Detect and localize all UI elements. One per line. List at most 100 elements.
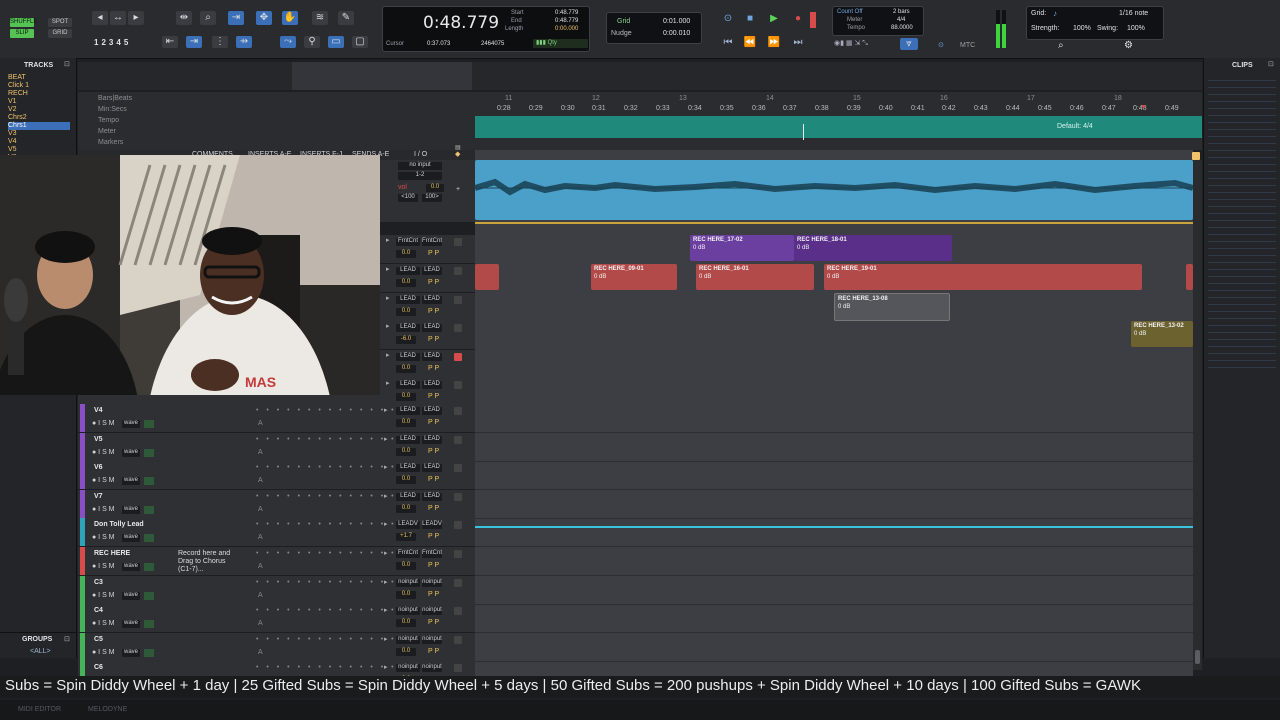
nudge-value[interactable]: 0:00.010 xyxy=(663,30,690,37)
swing-value[interactable]: 100% xyxy=(1127,25,1145,32)
zoom-presets[interactable]: 12345 xyxy=(94,38,131,47)
playlist-icon[interactable]: A xyxy=(258,534,263,542)
track-input-selector[interactable]: LEAD xyxy=(396,464,420,472)
track-name[interactable]: C4 xyxy=(94,607,103,614)
track-view-selector[interactable]: wave xyxy=(122,620,140,628)
midi-editor-tab[interactable]: MIDI EDITOR xyxy=(18,706,61,714)
clips-list[interactable] xyxy=(1208,74,1276,374)
track-volume[interactable]: +1.7 xyxy=(396,533,416,541)
track-record-button[interactable] xyxy=(454,636,462,644)
insert-slots[interactable]: • • • • • • • • • • • • • • • • xyxy=(256,493,417,501)
playlist-icon[interactable]: A xyxy=(258,563,263,571)
track-record-button[interactable] xyxy=(454,238,462,246)
audio-clip[interactable]: REC HERE_19-01 0 dB xyxy=(824,264,1142,290)
grid-note-value[interactable]: 1/16 note xyxy=(1119,10,1148,17)
ruler-meter[interactable]: Meter xyxy=(98,128,116,136)
track-output-selector[interactable]: LEADV xyxy=(422,521,442,529)
track-rsm-buttons[interactable]: ● I S M xyxy=(92,420,115,428)
track-record-button[interactable] xyxy=(454,464,462,472)
track-expand-icon[interactable]: ▸ xyxy=(384,664,388,672)
zoom-in-icon[interactable]: ▸ xyxy=(128,11,144,25)
track-output-selector[interactable]: LEAD xyxy=(422,296,442,304)
return-to-zero-icon[interactable]: ⏮ xyxy=(720,36,736,50)
meter-value[interactable]: 4/4 xyxy=(897,17,905,23)
track-list-item[interactable]: Chrs2 xyxy=(8,114,70,122)
tab-to-transient-icon[interactable]: ⇥ xyxy=(186,36,202,48)
metronome-icon[interactable]: ⩔ xyxy=(900,38,918,50)
hand-tool-icon[interactable]: ✋ xyxy=(282,11,298,25)
add-track-icon[interactable]: + xyxy=(456,186,460,194)
track-pan[interactable]: P P xyxy=(428,591,439,599)
ruler-markers[interactable]: Markers xyxy=(98,139,123,147)
track-name[interactable]: C5 xyxy=(94,636,103,643)
end-value[interactable]: 0:48.779 xyxy=(555,18,578,24)
grid-mode-button[interactable]: GRID xyxy=(48,29,72,38)
track-input-selector[interactable]: LEAD xyxy=(396,324,420,332)
playlist-icon[interactable]: A xyxy=(258,420,263,428)
track-output-selector[interactable]: FrntCnt xyxy=(422,238,442,246)
track-pan[interactable]: P P xyxy=(428,505,439,513)
track-input-selector[interactable]: LEAD xyxy=(396,436,420,444)
insert-slots[interactable]: • • • • • • • • • • • • • • • • xyxy=(256,607,417,615)
record-icon[interactable]: ● xyxy=(790,12,806,26)
track-rsm-buttons[interactable]: ● I S M xyxy=(92,620,115,628)
track-input-selector[interactable]: noinput xyxy=(396,636,420,644)
track-expand-icon[interactable]: ▸ xyxy=(386,295,390,303)
zoom-fit-icon[interactable]: ↔ xyxy=(110,11,126,25)
track-volume[interactable]: 0.0 xyxy=(396,250,416,258)
track-input-selector[interactable]: LEAD xyxy=(396,381,420,389)
slip-mode-button[interactable]: SLIP xyxy=(10,29,34,38)
track-record-button[interactable] xyxy=(454,436,462,444)
track-expand-icon[interactable]: ▸ xyxy=(384,607,388,615)
scroll-corner-icon[interactable] xyxy=(1192,152,1200,160)
link-timeline-icon[interactable]: ⋮ xyxy=(212,36,228,48)
track-record-button[interactable] xyxy=(454,353,462,361)
meter-ruler-bar[interactable]: Default: 4/4 xyxy=(475,116,1202,138)
nav-left-icon[interactable]: ⇤ xyxy=(162,36,178,48)
mtc-label[interactable]: MTC xyxy=(960,42,975,50)
track-input-selector[interactable]: LEADV xyxy=(396,521,420,529)
beat-pan-right[interactable]: 100> xyxy=(422,194,442,202)
track-output-selector[interactable]: LEAD xyxy=(422,493,442,501)
track-pan[interactable]: P P xyxy=(428,476,439,484)
scrub-tool-icon[interactable]: ≋ xyxy=(312,11,328,25)
online-icon[interactable]: ⊙ xyxy=(720,12,736,26)
track-name[interactable]: V7 xyxy=(94,493,103,500)
track-input-selector[interactable]: LEAD xyxy=(396,296,420,304)
ruler-tempo[interactable]: Tempo xyxy=(98,117,119,125)
automation-follows-icon[interactable]: ⤳ xyxy=(280,36,296,48)
fast-forward-icon[interactable]: ⏩ xyxy=(766,36,782,50)
end-marker-icon[interactable]: ▼ xyxy=(1140,104,1147,111)
insert-slots[interactable]: • • • • • • • • • • • • • • • • xyxy=(256,407,417,415)
track-pan[interactable]: P P xyxy=(428,393,439,401)
edit-track-area[interactable] xyxy=(475,150,1193,680)
track-input-selector[interactable]: LEAD xyxy=(396,407,420,415)
track-output-selector[interactable]: LEAD xyxy=(422,436,442,444)
track-expand-icon[interactable]: ▸ xyxy=(384,636,388,644)
ruler-bars-beats[interactable]: Bars|Beats xyxy=(98,95,132,103)
track-record-button[interactable] xyxy=(454,550,462,558)
track-expand-icon[interactable]: ▸ xyxy=(384,436,388,444)
track-input-selector[interactable]: noinput xyxy=(396,579,420,587)
track-output-selector[interactable]: noinput xyxy=(422,579,442,587)
track-list-item[interactable]: V2 xyxy=(8,106,70,114)
track-rsm-buttons[interactable]: ● I S M xyxy=(92,534,115,542)
track-pan[interactable]: P P xyxy=(428,336,439,344)
track-volume[interactable]: -6.0 xyxy=(396,336,416,344)
track-pan[interactable]: P P xyxy=(428,308,439,316)
main-counter[interactable]: 0:48.779 Start 0:48.779 End 0:48.779 Len… xyxy=(382,6,590,52)
overview-strip[interactable] xyxy=(78,62,1202,90)
shuffle-mode-button[interactable]: SHUFFLE xyxy=(10,18,37,27)
length-value[interactable]: 0:00.000 xyxy=(555,26,578,32)
track-output-selector[interactable]: LEAD xyxy=(422,267,442,275)
go-to-end-icon[interactable]: ⏭ xyxy=(790,36,806,50)
beat-volume[interactable]: 0.0 xyxy=(426,184,444,192)
track-input-selector[interactable]: LEAD xyxy=(396,353,420,361)
track-input-selector[interactable]: FrntCnt xyxy=(396,238,420,246)
track-output-selector[interactable]: LEAD xyxy=(422,407,442,415)
spot-mode-button[interactable]: SPOT xyxy=(48,18,72,27)
track-record-button[interactable] xyxy=(454,324,462,332)
track-view-selector[interactable]: wave xyxy=(122,420,140,428)
playlist-icon[interactable]: A xyxy=(258,649,263,657)
melodyne-tab[interactable]: MELODYNE xyxy=(88,706,127,714)
